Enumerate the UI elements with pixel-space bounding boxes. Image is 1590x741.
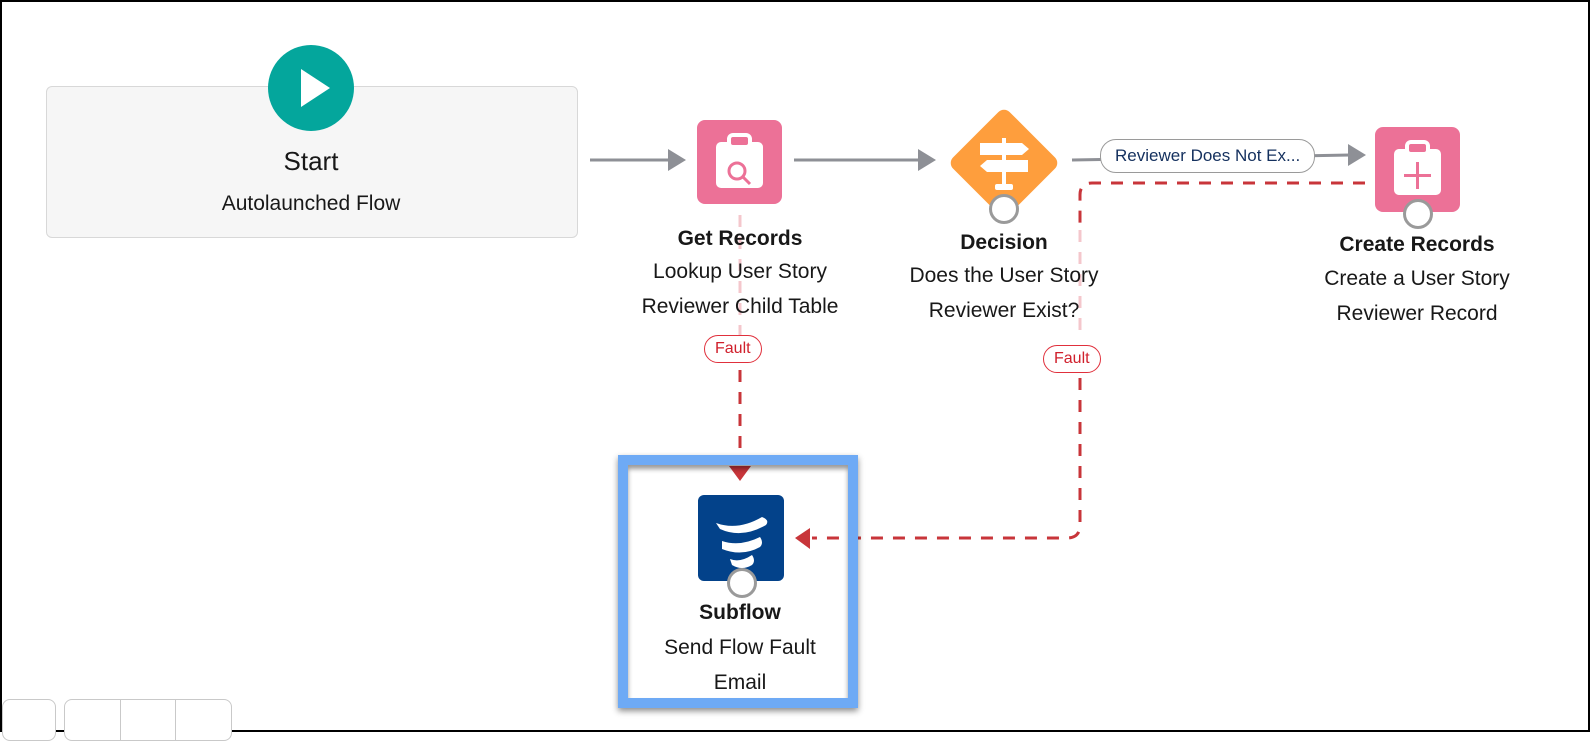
- fault-badge[interactable]: Fault: [704, 335, 762, 363]
- connector-start-get: [590, 149, 686, 171]
- divider: [175, 700, 176, 740]
- decision-label-1: Does the User Story: [909, 264, 1099, 287]
- decision-label-2: Reviewer Exist?: [928, 299, 1080, 322]
- decision-connector-ring[interactable]: [989, 194, 1019, 224]
- get-records-type: Get Records: [677, 227, 803, 250]
- canvas-toolbar-button[interactable]: [2, 699, 56, 741]
- outcome-label[interactable]: Reviewer Does Not Ex...: [1100, 139, 1316, 173]
- zoom-toolbar[interactable]: [64, 699, 232, 741]
- get-records-node[interactable]: [697, 120, 782, 204]
- start-title: Start: [283, 146, 339, 176]
- start-subtitle: Autolaunched Flow: [221, 192, 401, 215]
- create-records-type: Create Records: [1339, 233, 1495, 256]
- decision-type: Decision: [960, 231, 1048, 254]
- subflow-label-1: Send Flow Fault: [664, 636, 816, 659]
- get-records-label-2: Reviewer Child Table: [641, 295, 839, 318]
- fault-badge[interactable]: Fault: [1043, 345, 1101, 373]
- create-records-label-2: Reviewer Record: [1336, 302, 1498, 325]
- clipboard-search-icon: [716, 133, 763, 188]
- subflow-connector-ring[interactable]: [727, 568, 757, 598]
- get-records-label-1: Lookup User Story: [653, 260, 827, 283]
- divider: [120, 700, 121, 740]
- create-records-label-1: Create a User Story: [1324, 267, 1510, 290]
- subflow-type: Subflow: [699, 601, 781, 624]
- subflow-label-2: Email: [713, 671, 767, 694]
- play-icon[interactable]: [268, 45, 354, 131]
- connector-get-decision: [794, 149, 936, 171]
- create-records-connector-ring[interactable]: [1403, 199, 1433, 229]
